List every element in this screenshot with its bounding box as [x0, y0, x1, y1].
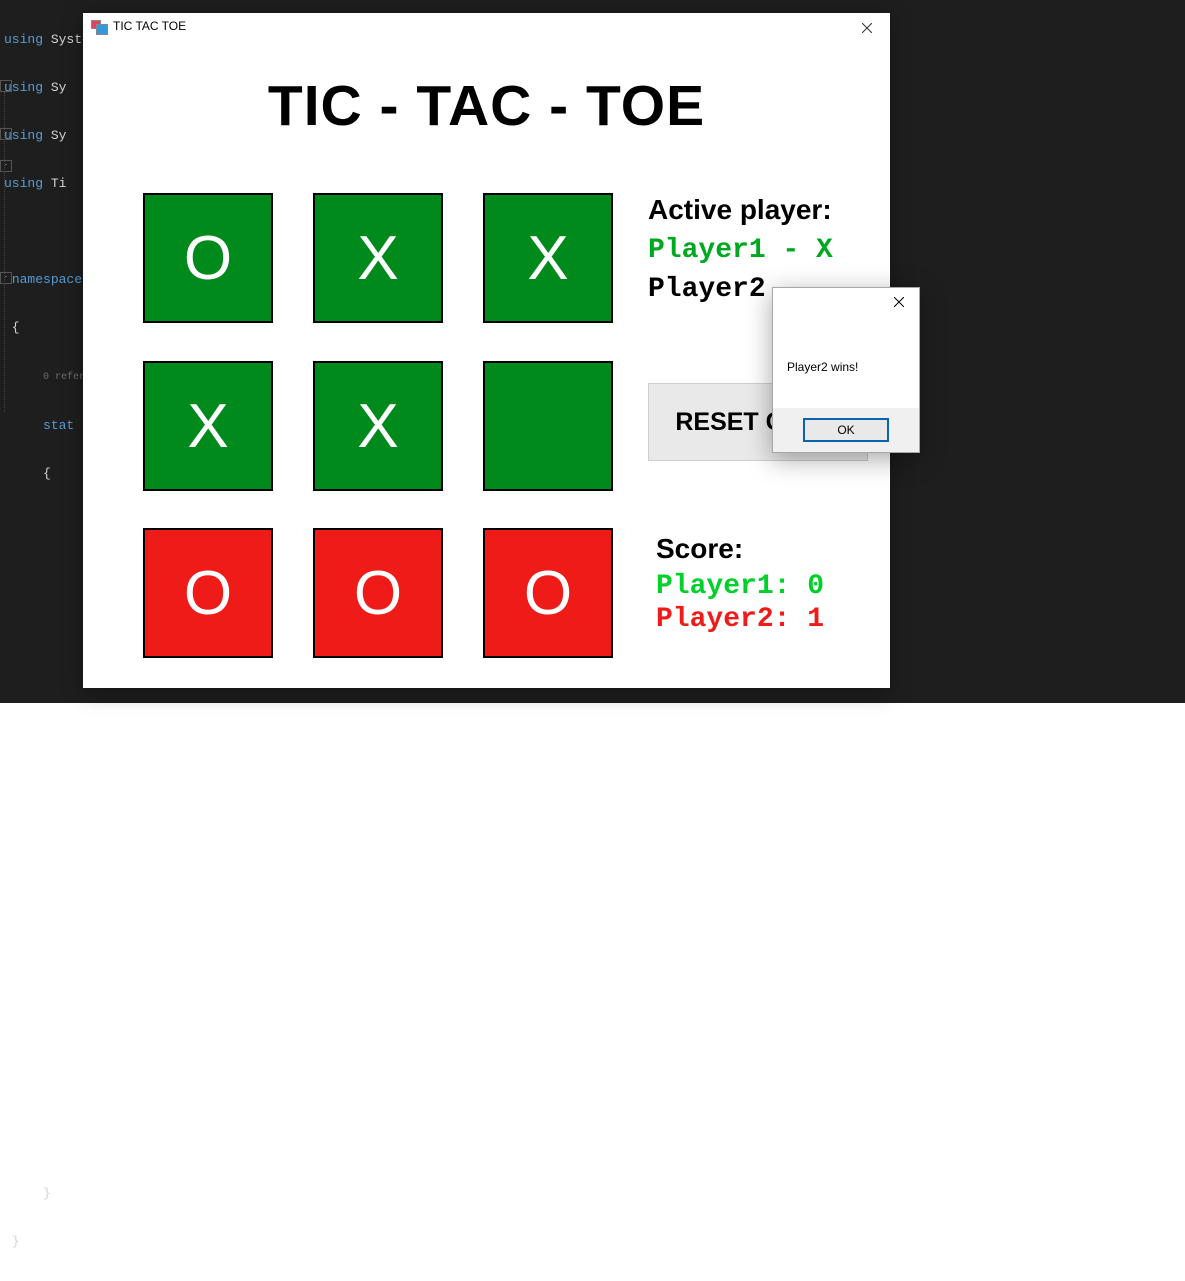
messagebox-close-button[interactable] [879, 288, 919, 316]
code-text: Sy [43, 128, 66, 143]
app-icon [91, 20, 107, 36]
fold-toggle-icon[interactable]: - [0, 128, 12, 140]
cell-mark: O [524, 558, 572, 629]
score-player1: Player1: 0 [656, 571, 824, 602]
messagebox-text: Player2 wins! [787, 360, 858, 374]
cell-mark: X [527, 223, 568, 294]
cell-mark: X [187, 391, 228, 462]
fold-guide-line [4, 92, 5, 412]
messagebox-footer: OK [773, 408, 919, 452]
fold-toggle-icon[interactable]: - [0, 160, 12, 172]
page-title: TIC - TAC - TOE [83, 73, 890, 139]
cell-2-0[interactable]: O [143, 528, 273, 658]
game-window: TIC TAC TOE TIC - TAC - TOE O X X X X O … [83, 13, 890, 688]
cell-1-2[interactable] [483, 361, 613, 491]
cell-1-0[interactable]: X [143, 361, 273, 491]
score-panel: Score: Player1: 0 Player2: 1 [656, 533, 824, 635]
score-player2: Player2: 1 [656, 604, 824, 635]
close-icon [894, 297, 904, 307]
fold-toggle-icon[interactable]: - [0, 80, 12, 92]
code-keyword: stat [43, 418, 74, 433]
cell-mark: O [184, 558, 232, 629]
cell-mark: O [184, 223, 232, 294]
cell-1-1[interactable]: X [313, 361, 443, 491]
cell-0-2[interactable]: X [483, 193, 613, 323]
cell-0-1[interactable]: X [313, 193, 443, 323]
code-keyword: namespace [12, 272, 82, 287]
score-label: Score: [656, 533, 824, 565]
player1-indicator: Player1 - X [648, 235, 888, 266]
message-box: Player2 wins! OK [772, 287, 920, 453]
cell-2-1[interactable]: O [313, 528, 443, 658]
window-title: TIC TAC TOE [113, 19, 186, 33]
cell-mark: X [357, 223, 398, 294]
fold-toggle-icon[interactable]: - [0, 272, 12, 284]
cell-2-2[interactable]: O [483, 528, 613, 658]
cell-0-0[interactable]: O [143, 193, 273, 323]
active-player-label: Active player: [648, 193, 888, 227]
code-keyword: using [4, 176, 43, 191]
code-text: Ti [43, 176, 66, 191]
ok-button[interactable]: OK [803, 418, 889, 442]
cell-mark: O [354, 558, 402, 629]
code-text: Sy [43, 80, 66, 95]
close-icon [862, 23, 872, 33]
code-keyword: using [4, 32, 43, 47]
window-close-button[interactable] [844, 13, 890, 43]
titlebar[interactable]: TIC TAC TOE [83, 13, 890, 43]
cell-mark: X [357, 391, 398, 462]
